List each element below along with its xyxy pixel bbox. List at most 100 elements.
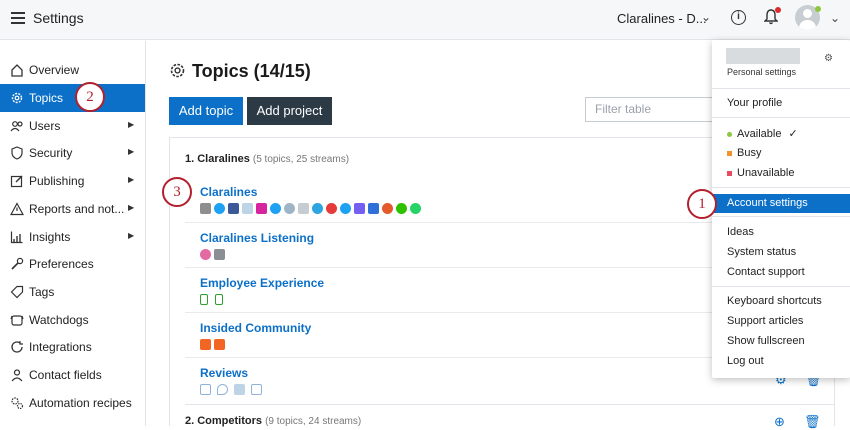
- divider: [712, 88, 850, 89]
- stream-icons: [200, 294, 223, 305]
- group-meta: (9 topics, 24 streams): [265, 416, 362, 427]
- stream-icons: [200, 203, 421, 214]
- sidebar-item-label: Automation recipes: [29, 396, 132, 410]
- status-label: Unavailable: [737, 167, 795, 179]
- person-icon: [11, 369, 23, 382]
- filter-input[interactable]: Filter table: [585, 97, 725, 122]
- sidebar-item-integrations[interactable]: Integrations: [0, 333, 145, 361]
- contact-support-item[interactable]: Contact support: [727, 266, 805, 278]
- your-profile-item[interactable]: Your profile: [727, 97, 782, 109]
- sidebar-item-label: Preferences: [29, 257, 94, 271]
- group-header[interactable]: 1. Claralines (5 topics, 25 streams): [185, 153, 349, 165]
- account-settings-item[interactable]: Account settings: [712, 194, 850, 213]
- sidebar-item-automation-recipes[interactable]: Automation recipes: [0, 389, 145, 417]
- phone-icon: [215, 294, 223, 305]
- caret-right-icon: ▶: [128, 203, 135, 212]
- system-status-item[interactable]: System status: [727, 246, 796, 258]
- sidebar-item-contact-fields[interactable]: Contact fields: [0, 361, 145, 389]
- sidebar-item-security[interactable]: Security ▶: [0, 139, 145, 167]
- personal-settings-label[interactable]: Personal settings: [727, 67, 796, 77]
- page-title: Topics (14/15): [192, 61, 311, 81]
- sidebar-item-topics[interactable]: Topics: [0, 84, 145, 112]
- caret-right-icon: ▶: [128, 175, 135, 184]
- support-articles-item[interactable]: Support articles: [727, 315, 803, 327]
- apple-icon: [200, 203, 211, 214]
- trash-icon[interactable]: 🗑: [804, 414, 821, 430]
- topic-name[interactable]: Insided Community: [200, 321, 311, 335]
- sidebar-item-label: Tags: [29, 285, 55, 299]
- notification-dot: [775, 7, 781, 13]
- phone-icon: [200, 294, 208, 305]
- message-icon: [368, 203, 379, 214]
- review-icon: [200, 384, 211, 395]
- home-icon: [11, 64, 23, 77]
- chevron-down-icon[interactable]: ⌄: [830, 11, 840, 25]
- sidebar-item-overview[interactable]: Overview: [0, 56, 145, 84]
- gear-icon: [170, 63, 185, 78]
- sidebar-item-preferences[interactable]: Preferences: [0, 250, 145, 278]
- status-busy-item[interactable]: Busy: [727, 147, 761, 159]
- gear-icon: [11, 92, 23, 104]
- add-project-button[interactable]: Add project: [247, 97, 332, 125]
- callout-1: 1: [687, 189, 717, 219]
- wrench-icon: [11, 257, 24, 270]
- sidebar-item-insights[interactable]: Insights ▶: [0, 223, 145, 251]
- app-title: Settings: [33, 10, 84, 26]
- status-available-item[interactable]: Available ✓: [727, 127, 798, 140]
- user-name-redacted: [726, 48, 800, 64]
- log-out-item[interactable]: Log out: [727, 355, 764, 367]
- topic-name[interactable]: Claralines Listening: [200, 231, 314, 245]
- info-icon[interactable]: i: [731, 10, 746, 25]
- status-dot: [727, 150, 732, 156]
- caret-right-icon: ▶: [128, 231, 135, 240]
- group-header[interactable]: 2. Competitors (9 topics, 24 streams): [185, 404, 835, 427]
- chat-icon: [382, 203, 393, 214]
- add-topic-button[interactable]: Add topic: [169, 97, 243, 125]
- sidebar-item-watchdogs[interactable]: Watchdogs: [0, 306, 145, 334]
- sidebar-item-users[interactable]: Users ▶: [0, 112, 145, 140]
- top-bar: Settings Claralines - D... ⌄ i ⌄: [0, 0, 850, 40]
- brand-selector[interactable]: Claralines - D...: [617, 11, 707, 26]
- sidebar-item-label: Watchdogs: [29, 313, 89, 327]
- instagram-icon: [256, 203, 267, 214]
- topic-name[interactable]: Employee Experience: [200, 276, 324, 290]
- users-icon: [10, 121, 23, 132]
- sidebar-item-label: Users: [29, 119, 61, 133]
- telegram-icon: [312, 203, 323, 214]
- ideas-item[interactable]: Ideas: [727, 226, 754, 238]
- gear-icon[interactable]: ⚙: [824, 53, 833, 64]
- wechat-icon: [396, 203, 407, 214]
- keyboard-shortcuts-item[interactable]: Keyboard shortcuts: [727, 295, 822, 307]
- divider: [712, 187, 850, 188]
- sidebar-item-tags[interactable]: Tags: [0, 278, 145, 306]
- twitter-icon: [284, 203, 295, 214]
- rss-icon: [200, 339, 211, 350]
- twitter-icon: [270, 203, 281, 214]
- status-unavailable-item[interactable]: Unavailable: [727, 167, 794, 179]
- twitter-icon: [340, 203, 351, 214]
- chevron-down-icon[interactable]: ⌄: [701, 10, 711, 24]
- sidebar-item-reports[interactable]: Reports and not... ▶: [0, 195, 145, 223]
- twitter-icon: [214, 203, 225, 214]
- add-circle-icon[interactable]: ⊕: [774, 414, 785, 430]
- show-fullscreen-item[interactable]: Show fullscreen: [727, 335, 805, 347]
- sidebar-item-label: Reports and not...: [29, 202, 125, 216]
- status-dot: [727, 170, 732, 176]
- caret-right-icon: ▶: [128, 147, 135, 156]
- sidebar-item-label: Publishing: [29, 174, 85, 188]
- shield-icon: [11, 146, 23, 160]
- review-icon: [251, 384, 262, 395]
- group-name: 2. Competitors: [185, 415, 263, 427]
- stream-icons: [200, 384, 262, 395]
- sidebar-item-label: Contact fields: [29, 368, 102, 382]
- edit-icon: [10, 175, 23, 188]
- topic-name[interactable]: Claralines: [200, 185, 257, 199]
- menu-icon[interactable]: [11, 12, 25, 24]
- callout-3: 3: [162, 177, 192, 207]
- tag-icon: [10, 285, 24, 299]
- chat-icon: [234, 384, 245, 395]
- sidebar-item-label: Security: [29, 146, 73, 160]
- sidebar-item-publishing[interactable]: Publishing ▶: [0, 167, 145, 195]
- topic-name[interactable]: Reviews: [200, 366, 248, 380]
- caret-right-icon: ▶: [128, 120, 135, 129]
